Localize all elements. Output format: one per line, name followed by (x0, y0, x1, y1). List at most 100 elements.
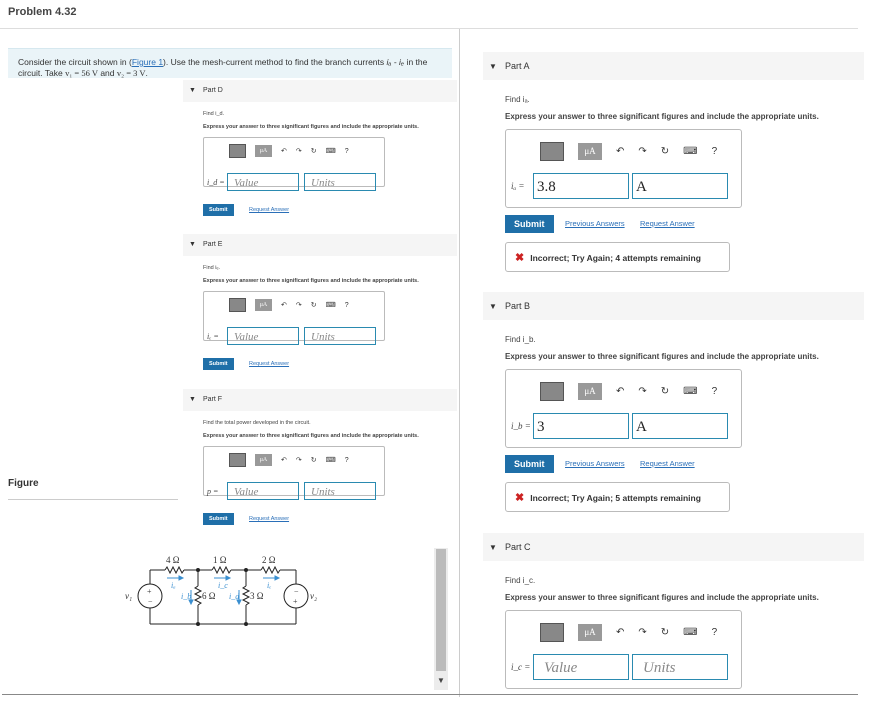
request-answer-link[interactable]: Request Answer (640, 459, 695, 468)
reset-icon[interactable]: ↻ (311, 456, 317, 464)
part-header[interactable]: ▼ Part B (483, 292, 864, 320)
circuit-diagram: 4 Ω 1 Ω 2 Ω 6 Ω 3 Ω v₁ v₂ + − − + iₐ i_c… (125, 555, 317, 626)
undo-icon[interactable]: ↶ (616, 146, 624, 157)
scroll-down-icon[interactable]: ▼ (436, 676, 446, 686)
help-icon[interactable]: ? (345, 457, 349, 464)
figure-link[interactable]: Figure 1 (132, 57, 163, 67)
incorrect-icon: ✖ (515, 252, 525, 264)
template-icon[interactable] (229, 453, 246, 467)
help-icon[interactable]: ? (712, 146, 718, 157)
variable-label: iₐ = (511, 181, 525, 191)
keyboard-icon[interactable]: ⌨ (683, 627, 697, 638)
part-header[interactable]: ▼ Part E (183, 234, 457, 256)
undo-icon[interactable]: ↶ (281, 456, 287, 464)
collapse-icon[interactable]: ▼ (489, 293, 505, 321)
units-template-button[interactable]: μA (578, 143, 602, 160)
redo-icon[interactable]: ↷ (296, 147, 302, 155)
undo-icon[interactable]: ↶ (281, 301, 287, 309)
collapse-icon[interactable]: ▼ (189, 389, 203, 411)
keyboard-icon[interactable]: ⌨ (326, 456, 336, 464)
variable-label: iₑ = (207, 332, 219, 341)
help-icon[interactable]: ? (712, 386, 718, 397)
redo-icon[interactable]: ↷ (638, 146, 646, 157)
reset-icon[interactable]: ↻ (661, 627, 669, 638)
units-template-button[interactable]: μA (255, 299, 272, 311)
answer-toolbar: μA ↶ ↷ ↻ ⌨? (540, 623, 717, 642)
part-instruction: Express your answer to three significant… (203, 124, 419, 130)
collapse-icon[interactable]: ▼ (489, 53, 505, 81)
submit-button[interactable]: Submit (505, 215, 554, 233)
answer-toolbar: μA ↶ ↷ ↻ ⌨? (229, 298, 349, 312)
undo-icon[interactable]: ↶ (616, 386, 624, 397)
part-header[interactable]: ▼ Part F (183, 389, 457, 411)
part-header[interactable]: ▼ Part A (483, 52, 864, 80)
help-icon[interactable]: ? (345, 148, 349, 155)
redo-icon[interactable]: ↷ (638, 386, 646, 397)
value-input[interactable]: 3 (533, 413, 629, 439)
undo-icon[interactable]: ↶ (616, 627, 624, 638)
template-icon[interactable] (540, 382, 564, 401)
part-header[interactable]: ▼ Part C (483, 533, 864, 561)
reset-icon[interactable]: ↻ (311, 147, 317, 155)
redo-icon[interactable]: ↷ (296, 456, 302, 464)
keyboard-icon[interactable]: ⌨ (326, 301, 336, 309)
part-instruction: Express your answer to three significant… (505, 352, 819, 361)
collapse-icon[interactable]: ▼ (189, 80, 203, 102)
previous-answers-link[interactable]: Previous Answers (565, 459, 625, 468)
request-answer-link[interactable]: Request Answer (249, 361, 289, 367)
v2-plus: + (293, 597, 298, 606)
value-input[interactable]: 3.8 (533, 173, 629, 199)
answer-toolbar: μA ↶ ↷ ↻ ⌨? (229, 453, 349, 467)
previous-answers-link[interactable]: Previous Answers (565, 219, 625, 228)
request-answer-link[interactable]: Request Answer (249, 516, 289, 522)
keyboard-icon[interactable]: ⌨ (326, 147, 336, 155)
part-instruction: Express your answer to three significant… (203, 433, 419, 439)
submit-button[interactable]: Submit (203, 204, 234, 216)
template-icon[interactable] (540, 142, 564, 161)
reset-icon[interactable]: ↻ (661, 146, 669, 157)
collapse-icon[interactable]: ▼ (489, 534, 505, 562)
keyboard-icon[interactable]: ⌨ (683, 386, 697, 397)
submit-button[interactable]: Submit (203, 513, 234, 525)
value-input[interactable]: Value (227, 173, 299, 191)
submit-button[interactable]: Submit (203, 358, 234, 370)
value-input[interactable]: Value (227, 327, 299, 345)
resistor-4ohm (164, 565, 185, 575)
undo-icon[interactable]: ↶ (281, 147, 287, 155)
units-input[interactable]: A (632, 173, 728, 199)
redo-icon[interactable]: ↷ (296, 301, 302, 309)
units-template-button[interactable]: μA (255, 454, 272, 466)
collapse-icon[interactable]: ▼ (189, 234, 203, 256)
units-template-button[interactable]: μA (578, 624, 602, 641)
variable-label: i_b = (511, 421, 531, 431)
template-icon[interactable] (229, 144, 246, 158)
units-input[interactable]: A (632, 413, 728, 439)
scrollbar-thumb[interactable] (436, 549, 446, 671)
resistor-6ohm (193, 585, 203, 606)
resistor-1ohm (211, 565, 232, 575)
redo-icon[interactable]: ↷ (638, 627, 646, 638)
request-answer-link[interactable]: Request Answer (640, 219, 695, 228)
request-answer-link[interactable]: Request Answer (249, 207, 289, 213)
units-input[interactable]: Units (304, 173, 376, 191)
template-icon[interactable] (540, 623, 564, 642)
help-icon[interactable]: ? (712, 627, 718, 638)
value-input[interactable]: Value (533, 654, 629, 680)
reset-icon[interactable]: ↻ (661, 386, 669, 397)
value-input[interactable]: Value (227, 482, 299, 500)
part-header[interactable]: ▼ Part D (183, 80, 457, 102)
template-icon[interactable] (229, 298, 246, 312)
help-icon[interactable]: ? (345, 302, 349, 309)
part-instruction: Express your answer to three significant… (505, 112, 819, 121)
resistor-2ohm (260, 565, 281, 575)
units-input[interactable]: Units (304, 327, 376, 345)
label-v1: v₁ (125, 591, 132, 601)
keyboard-icon[interactable]: ⌨ (683, 146, 697, 157)
submit-button[interactable]: Submit (505, 455, 554, 473)
units-template-button[interactable]: μA (255, 145, 272, 157)
reset-icon[interactable]: ↻ (311, 301, 317, 309)
variable-label: i_d = (207, 178, 225, 187)
units-input[interactable]: Units (632, 654, 728, 680)
units-template-button[interactable]: μA (578, 383, 602, 400)
units-input[interactable]: Units (304, 482, 376, 500)
